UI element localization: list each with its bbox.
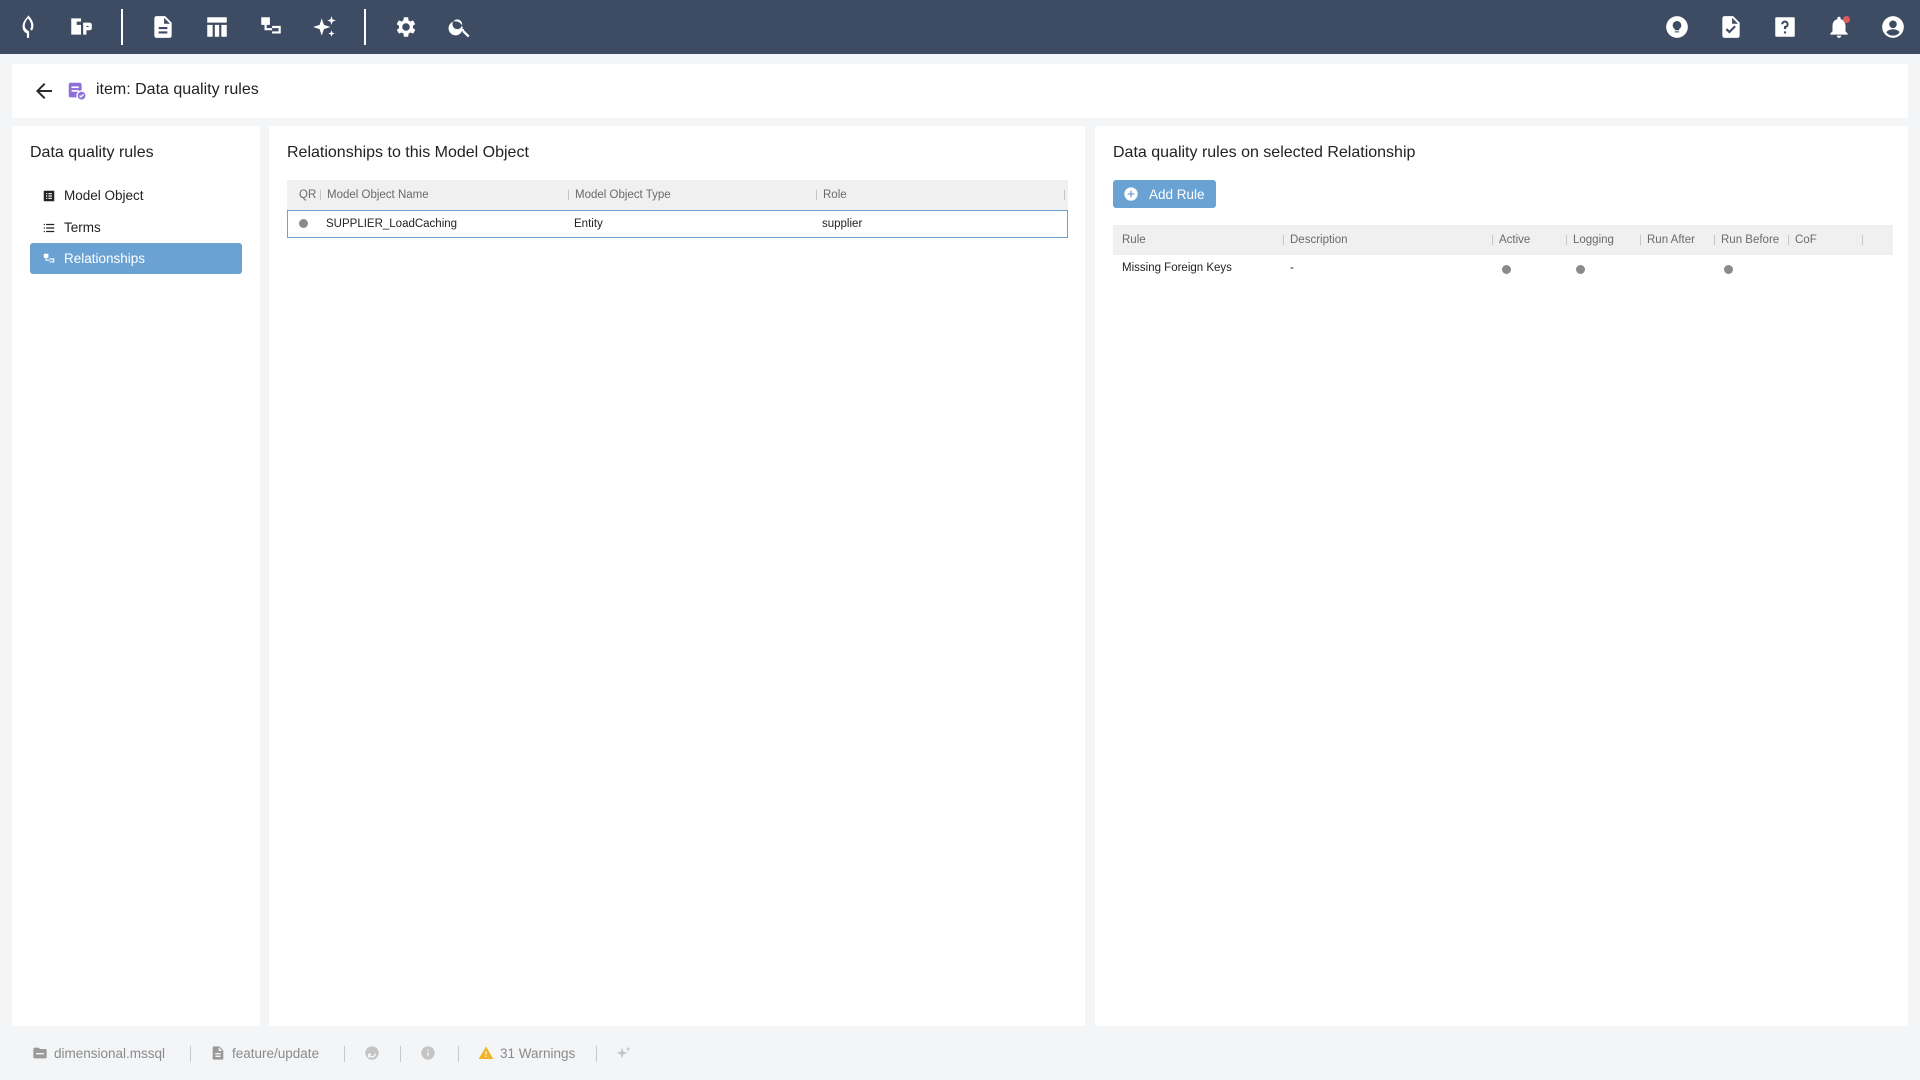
document-icon[interactable] [147,11,179,43]
column-header-run-before[interactable]: Run Before [1721,225,1779,255]
logging-indicator-dot [1576,265,1585,274]
warning-icon [478,1046,494,1059]
lightbulb-icon[interactable] [1661,11,1693,43]
status-divider [596,1046,597,1062]
sync-status[interactable] [364,1044,386,1062]
add-rule-button[interactable]: Add Rule [1113,180,1216,208]
panel-title: Data quality rules on selected Relations… [1113,144,1416,161]
column-header-model-object-type[interactable]: Model Object Type [575,180,671,210]
sparkle-icon[interactable] [309,11,341,43]
status-bar: dimensional.mssql feature/update 31 Warn… [12,1034,1908,1072]
table-header: Rule Description Active Logging Run Afte… [1113,225,1893,255]
file-check-icon[interactable] [1715,11,1747,43]
column-header-description[interactable]: Description [1290,225,1348,255]
relationships-panel: Relationships to this Model Object QR Mo… [269,126,1085,1026]
plus-circle-icon [1124,187,1138,201]
notification-badge [1843,16,1850,23]
logo-icon[interactable] [12,11,44,43]
arrow-left-icon [36,83,52,99]
document-icon [212,1046,224,1060]
role-cell: supplier [822,218,863,230]
column-header-logging[interactable]: Logging [1573,225,1614,255]
folder-icon [33,1047,47,1059]
rules-panel: Data quality rules on selected Relations… [1095,126,1908,1026]
search-icon[interactable] [444,11,476,43]
help-icon[interactable] [1769,11,1801,43]
nav-item-label: Terms [64,220,101,235]
column-header-active[interactable]: Active [1499,225,1530,255]
active-indicator-dot [1502,265,1511,274]
warnings-count: 31 Warnings [500,1045,576,1061]
column-divider [1566,235,1567,245]
hierarchy-icon[interactable] [255,11,287,43]
panel-title: Relationships to this Model Object [287,144,529,161]
sparkle-icon [616,1046,631,1059]
nav-item-model-object[interactable]: Model Object [30,180,242,211]
table-row[interactable]: SUPPLIER_LoadCaching Entity supplier [287,210,1068,238]
table-icon[interactable] [201,11,233,43]
column-divider [320,190,321,200]
list-box-icon [43,190,55,201]
toolbar-divider [121,9,123,45]
model-icon[interactable] [65,11,97,43]
qr-status-dot [299,219,308,228]
page-header: item: Data quality rules [12,64,1908,118]
project-name: dimensional.mssql [54,1045,166,1061]
column-divider [1862,235,1863,245]
rule-name-cell: Missing Foreign Keys [1122,262,1232,274]
column-divider [568,190,569,200]
column-header-qr[interactable]: QR [299,180,316,210]
nav-item-relationships[interactable]: Relationships [30,243,242,274]
add-rule-label: Add Rule [1149,186,1205,202]
branch-indicator[interactable]: feature/update [210,1044,319,1062]
model-object-name-cell: SUPPLIER_LoadCaching [326,218,458,230]
column-header-role[interactable]: Role [823,180,847,210]
list-icon [43,223,55,232]
nav-item-label: Model Object [64,188,144,203]
column-divider [1640,235,1641,245]
info-status[interactable] [420,1044,442,1062]
column-header-cof[interactable]: CoF [1795,225,1817,255]
project-indicator[interactable]: dimensional.mssql [32,1044,165,1062]
panel-title: Data quality rules [30,144,154,161]
data-quality-icon [66,80,88,102]
account-icon[interactable] [1877,11,1909,43]
column-divider [1714,235,1715,245]
run-before-indicator-dot [1724,265,1733,274]
status-divider [344,1046,345,1062]
toolbar-divider [364,9,366,45]
column-divider [1283,235,1284,245]
column-header-rule[interactable]: Rule [1122,225,1146,255]
ai-assist-indicator[interactable] [616,1044,638,1062]
table-row[interactable]: Missing Foreign Keys - [1113,255,1893,283]
nav-item-terms[interactable]: Terms [30,212,242,243]
column-header-model-object-name[interactable]: Model Object Name [327,180,429,210]
sync-icon [365,1046,379,1060]
column-header-run-after[interactable]: Run After [1647,225,1695,255]
page-title: item: Data quality rules [96,81,259,98]
branch-name: feature/update [232,1045,320,1061]
gear-icon[interactable] [390,11,422,43]
back-button[interactable] [30,77,58,105]
navigation-panel: Data quality rules Model Object Terms Re… [12,126,260,1026]
hierarchy-icon [43,253,55,262]
status-divider [458,1046,459,1062]
status-divider [190,1046,191,1062]
table-header: QR Model Object Name Model Object Type R… [287,180,1068,210]
info-icon [421,1046,435,1060]
bell-icon[interactable] [1823,11,1855,43]
column-divider [816,190,817,200]
description-cell: - [1290,262,1294,274]
nav-item-label: Relationships [64,251,146,266]
top-navigation-bar [0,0,1920,54]
column-divider [1492,235,1493,245]
model-object-type-cell: Entity [574,218,603,230]
warnings-indicator[interactable]: 31 Warnings [478,1044,575,1062]
status-divider [400,1046,401,1062]
column-divider [1064,190,1065,200]
column-divider [1788,235,1789,245]
